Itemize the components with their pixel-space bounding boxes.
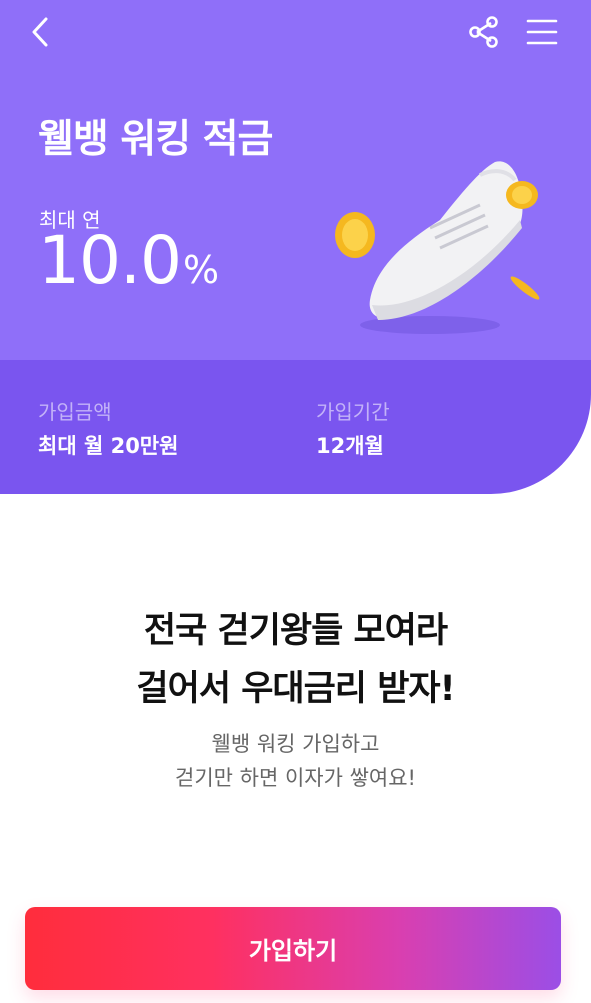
product-title: 웰뱅 워킹 적금 xyxy=(38,117,273,162)
period-label: 가입기간 xyxy=(316,400,390,424)
hero-banner: 웰뱅 워킹 적금 최대 연 10.0% xyxy=(0,0,591,360)
period-value: 12개월 xyxy=(316,434,384,458)
amount-value: 최대 월 20만원 xyxy=(38,434,179,458)
share-icon[interactable] xyxy=(466,14,502,50)
interest-rate: 10.0% xyxy=(38,228,219,294)
promo-headline-line1: 전국 걷기왕들 모여라 xyxy=(143,611,448,651)
promo-sub-line1: 웰뱅 워킹 가입하고 xyxy=(211,732,380,756)
shoe-illustration xyxy=(335,161,540,334)
back-arrow-icon[interactable] xyxy=(26,14,58,50)
summary-band: 가입금액 최대 월 20만원 가입기간 12개월 xyxy=(0,360,591,494)
rate-value: 10.0 xyxy=(38,222,182,299)
amount-label: 가입금액 xyxy=(38,400,112,424)
promo-sub-line2: 걷기만 하면 이자가 쌓여요! xyxy=(175,766,416,790)
rate-unit: % xyxy=(182,248,220,292)
menu-icon[interactable] xyxy=(524,16,560,48)
join-button[interactable]: 가입하기 xyxy=(25,907,561,990)
promo-headline-line2: 걸어서 우대금리 받자! xyxy=(136,669,455,709)
